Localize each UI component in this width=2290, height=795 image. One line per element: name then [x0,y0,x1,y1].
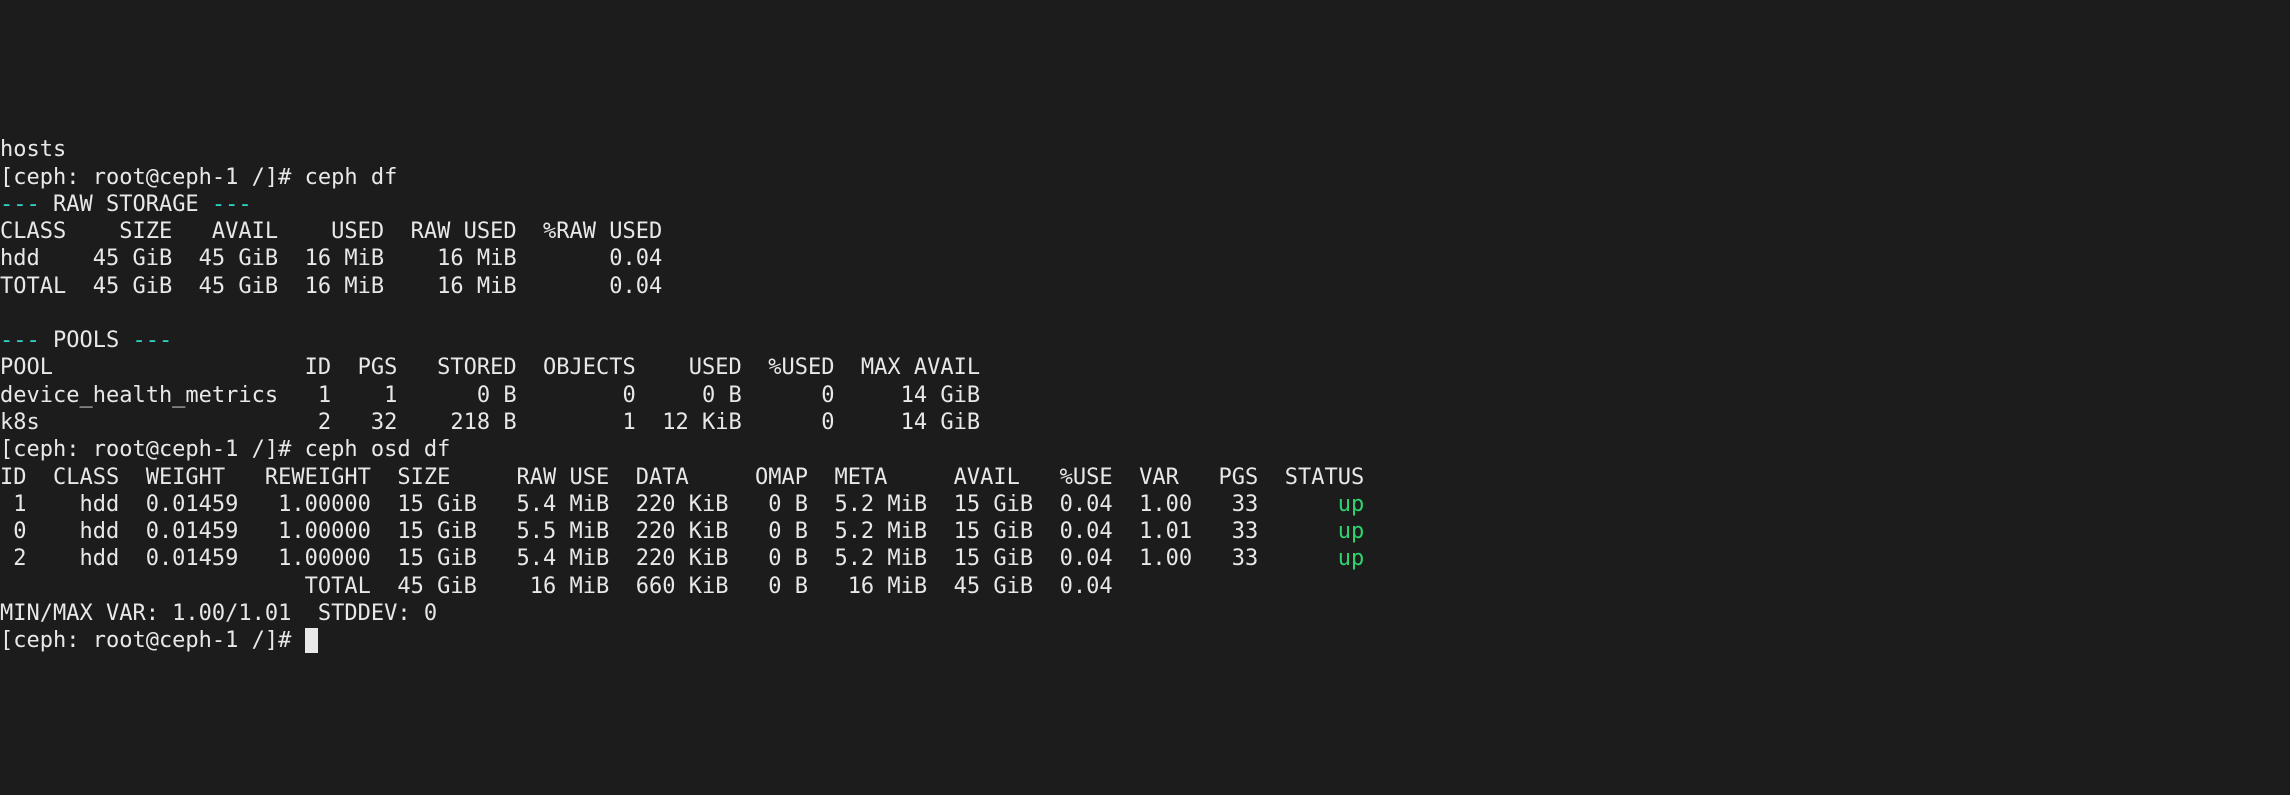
osd-df-total-row: TOTAL 45 GiB 16 MiB 660 KiB 0 B 16 MiB 4… [0,574,1364,599]
cursor[interactable] [305,628,318,653]
osd-df-row: 1 hdd 0.01459 1.00000 15 GiB 5.4 MiB 220… [0,492,1338,517]
section-title-raw-storage: RAW STORAGE [53,192,199,217]
osd-status-up: up [1338,546,1365,571]
raw-storage-row-total: TOTAL 45 GiB 45 GiB 16 MiB 16 MiB 0.04 [0,274,662,299]
terminal-output[interactable]: hosts [ceph: root@ceph-1 /]# ceph df ---… [0,109,2290,658]
raw-storage-row-hdd: hdd 45 GiB 45 GiB 16 MiB 16 MiB 0.04 [0,246,662,271]
section-dashes: --- [199,192,252,217]
osd-df-columns: ID CLASS WEIGHT REWEIGHT SIZE RAW USE DA… [0,465,1364,490]
section-dashes: --- [0,192,53,217]
osd-status-up: up [1338,519,1365,544]
command-text: ceph df [305,165,398,190]
shell-prompt: [ceph: root@ceph-1 /]# [0,628,305,653]
section-dashes: --- [119,328,172,353]
shell-prompt: [ceph: root@ceph-1 /]# [0,437,305,462]
osd-df-row: 2 hdd 0.01459 1.00000 15 GiB 5.4 MiB 220… [0,546,1338,571]
pools-columns: POOL ID PGS STORED OBJECTS USED %USED MA… [0,355,980,380]
pools-row-device-health-metrics: device_health_metrics 1 1 0 B 0 0 B 0 14… [0,383,980,408]
pools-row-k8s: k8s 2 32 218 B 1 12 KiB 0 14 GiB [0,410,980,435]
shell-prompt: [ceph: root@ceph-1 /]# [0,165,305,190]
section-title-pools: POOLS [53,328,119,353]
section-dashes: --- [0,328,53,353]
blank-line [0,301,13,326]
osd-df-minmax-stddev: MIN/MAX VAR: 1.00/1.01 STDDEV: 0 [0,601,437,626]
raw-storage-columns: CLASS SIZE AVAIL USED RAW USED %RAW USED [0,219,662,244]
osd-df-row: 0 hdd 0.01459 1.00000 15 GiB 5.5 MiB 220… [0,519,1338,544]
command-text: ceph osd df [305,437,451,462]
osd-status-up: up [1338,492,1365,517]
output-line: hosts [0,137,66,162]
